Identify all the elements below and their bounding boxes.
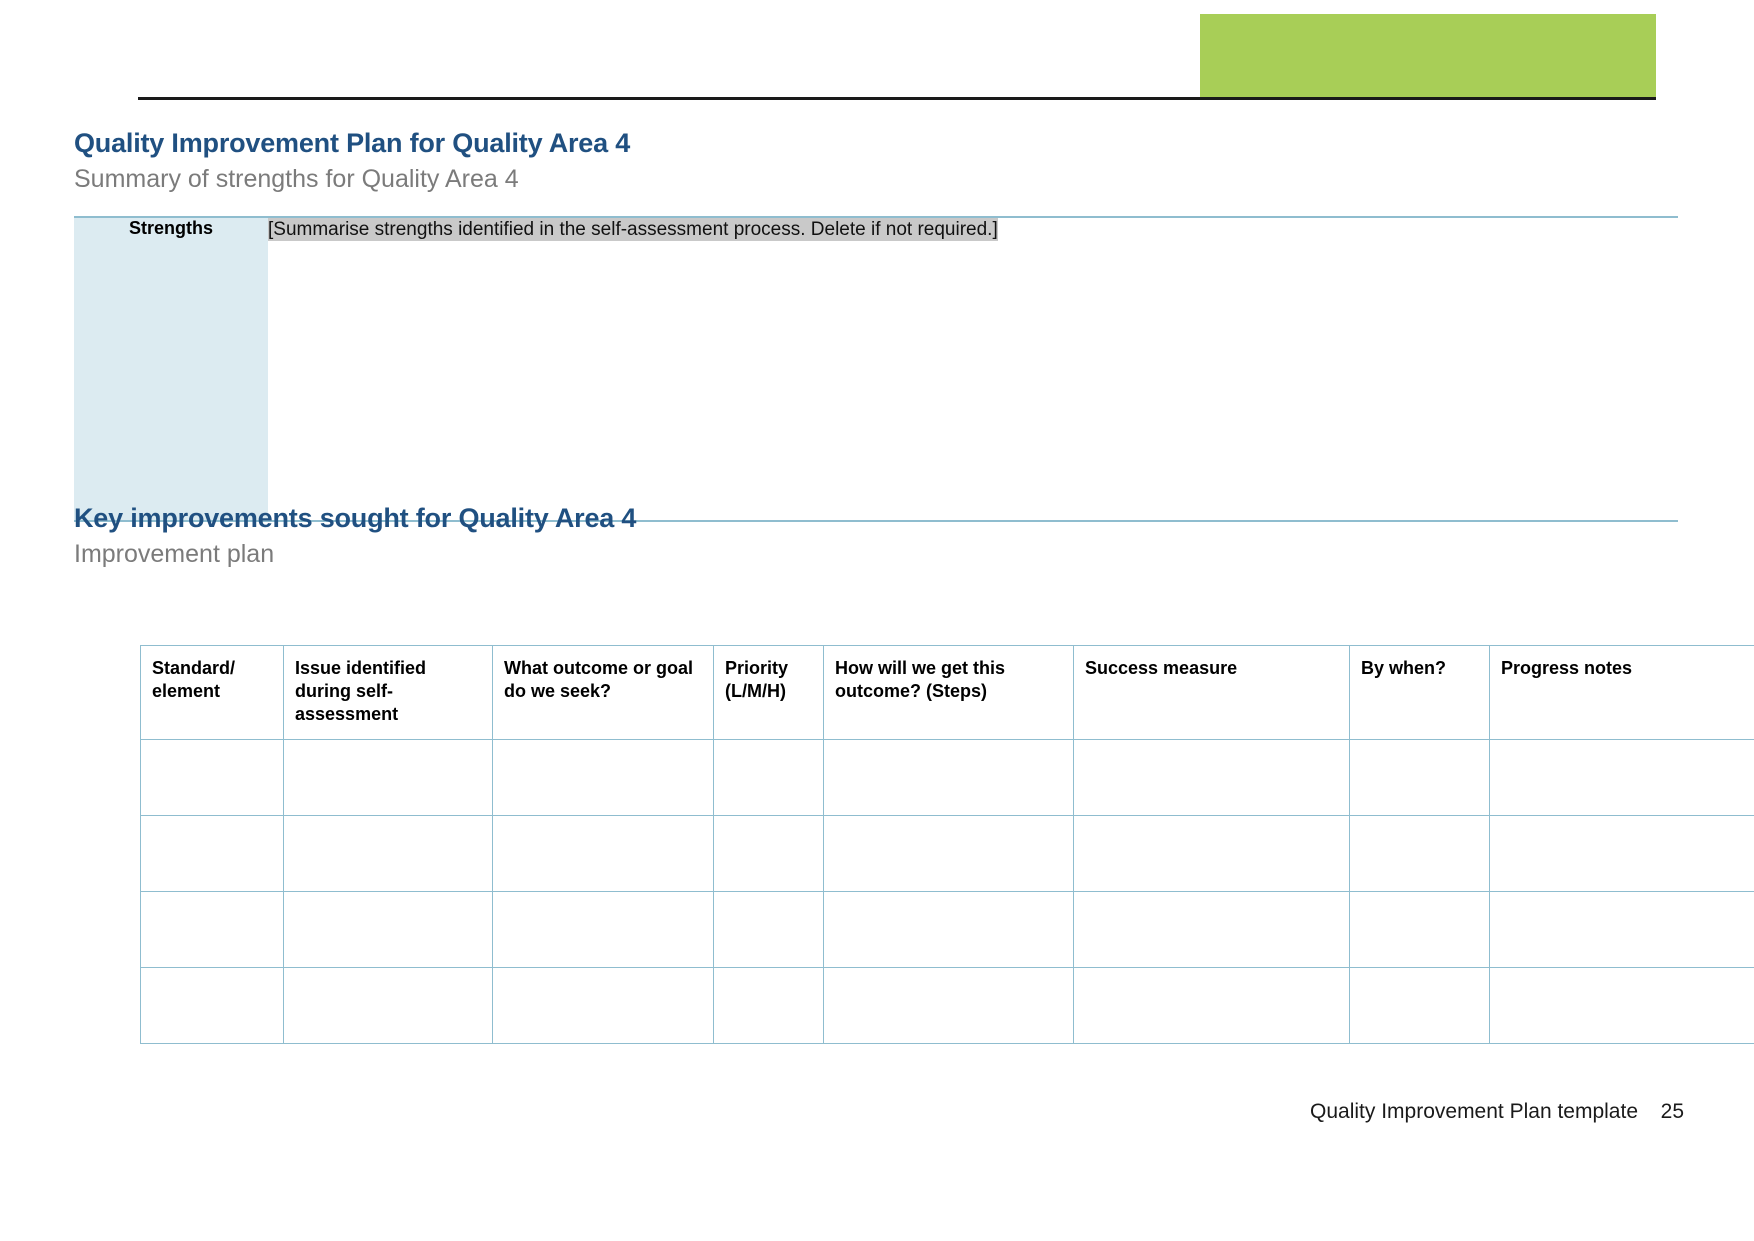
cell-outcome-goal[interactable]	[492, 967, 714, 1044]
column-header-by-when: By when?	[1349, 645, 1490, 740]
table-row	[140, 891, 1754, 968]
strengths-placeholder-text[interactable]: [Summarise strengths identified in the s…	[268, 218, 998, 241]
page-header	[0, 0, 1754, 101]
cell-success-measure[interactable]	[1073, 815, 1350, 892]
cell-steps[interactable]	[823, 967, 1074, 1044]
column-header-priority: Priority (L/M/H)	[713, 645, 824, 740]
cell-issue-identified[interactable]	[283, 891, 493, 968]
table-header-row: Standard/ element Issue identified durin…	[140, 645, 1754, 740]
page-footer: Quality Improvement Plan template 25	[0, 1100, 1754, 1124]
section-quality-improvement-plan-heading: Quality Improvement Plan for Quality Are…	[74, 128, 630, 194]
cell-standard-element[interactable]	[140, 739, 284, 816]
cell-progress-notes[interactable]	[1489, 967, 1754, 1044]
cell-priority[interactable]	[713, 967, 824, 1044]
cell-issue-identified[interactable]	[283, 967, 493, 1044]
cell-priority[interactable]	[713, 739, 824, 816]
cell-standard-element[interactable]	[140, 967, 284, 1044]
table-row	[140, 739, 1754, 816]
cell-outcome-goal[interactable]	[492, 739, 714, 816]
cell-by-when[interactable]	[1349, 891, 1490, 968]
cell-outcome-goal[interactable]	[492, 891, 714, 968]
column-header-success-measure: Success measure	[1073, 645, 1350, 740]
table-row: Strengths [Summarise strengths identifie…	[74, 216, 1678, 522]
strengths-table-wrapper: Strengths [Summarise strengths identifie…	[74, 216, 1678, 522]
column-header-standard-element: Standard/ element	[140, 645, 284, 740]
cell-standard-element[interactable]	[140, 891, 284, 968]
cell-issue-identified[interactable]	[283, 739, 493, 816]
strengths-row-label: Strengths	[74, 216, 268, 522]
cell-success-measure[interactable]	[1073, 739, 1350, 816]
section-subtitle-improvement-plan: Improvement plan	[74, 540, 275, 569]
footer-document-label: Quality Improvement Plan template	[1310, 1100, 1638, 1123]
section-key-improvements-heading: Key improvements sought for Quality Area…	[74, 503, 636, 569]
cell-steps[interactable]	[823, 739, 1074, 816]
footer-page-number: 25	[1660, 1100, 1684, 1123]
cell-steps[interactable]	[823, 815, 1074, 892]
cell-priority[interactable]	[713, 815, 824, 892]
column-header-issue-identified: Issue identified during self-assessment	[283, 645, 493, 740]
cell-issue-identified[interactable]	[283, 815, 493, 892]
table-row	[140, 815, 1754, 892]
table-row	[140, 967, 1754, 1044]
cell-priority[interactable]	[713, 891, 824, 968]
improvement-plan-table: Standard/ element Issue identified durin…	[140, 645, 1754, 1044]
cell-progress-notes[interactable]	[1489, 891, 1754, 968]
cell-progress-notes[interactable]	[1489, 739, 1754, 816]
cell-progress-notes[interactable]	[1489, 815, 1754, 892]
cell-by-when[interactable]	[1349, 739, 1490, 816]
cell-outcome-goal[interactable]	[492, 815, 714, 892]
cell-standard-element[interactable]	[140, 815, 284, 892]
section-subtitle-summary-of-strengths: Summary of strengths for Quality Area 4	[74, 165, 519, 194]
column-header-steps: How will we get this outcome? (Steps)	[823, 645, 1074, 740]
cell-by-when[interactable]	[1349, 815, 1490, 892]
cell-success-measure[interactable]	[1073, 967, 1350, 1044]
section-title-key-improvements: Key improvements sought for Quality Area…	[74, 503, 637, 533]
improvement-plan-table-wrapper: Standard/ element Issue identified durin…	[140, 645, 1754, 1044]
cell-steps[interactable]	[823, 891, 1074, 968]
header-divider-rule	[138, 97, 1656, 100]
page-title: Quality Improvement Plan for Quality Are…	[74, 128, 631, 158]
column-header-outcome-goal: What outcome or goal do we seek?	[492, 645, 714, 740]
column-header-progress-notes: Progress notes	[1489, 645, 1754, 740]
cell-success-measure[interactable]	[1073, 891, 1350, 968]
strengths-input-cell[interactable]: [Summarise strengths identified in the s…	[268, 216, 1678, 522]
strengths-table: Strengths [Summarise strengths identifie…	[74, 216, 1678, 522]
cell-by-when[interactable]	[1349, 967, 1490, 1044]
header-accent-block	[1200, 14, 1656, 98]
